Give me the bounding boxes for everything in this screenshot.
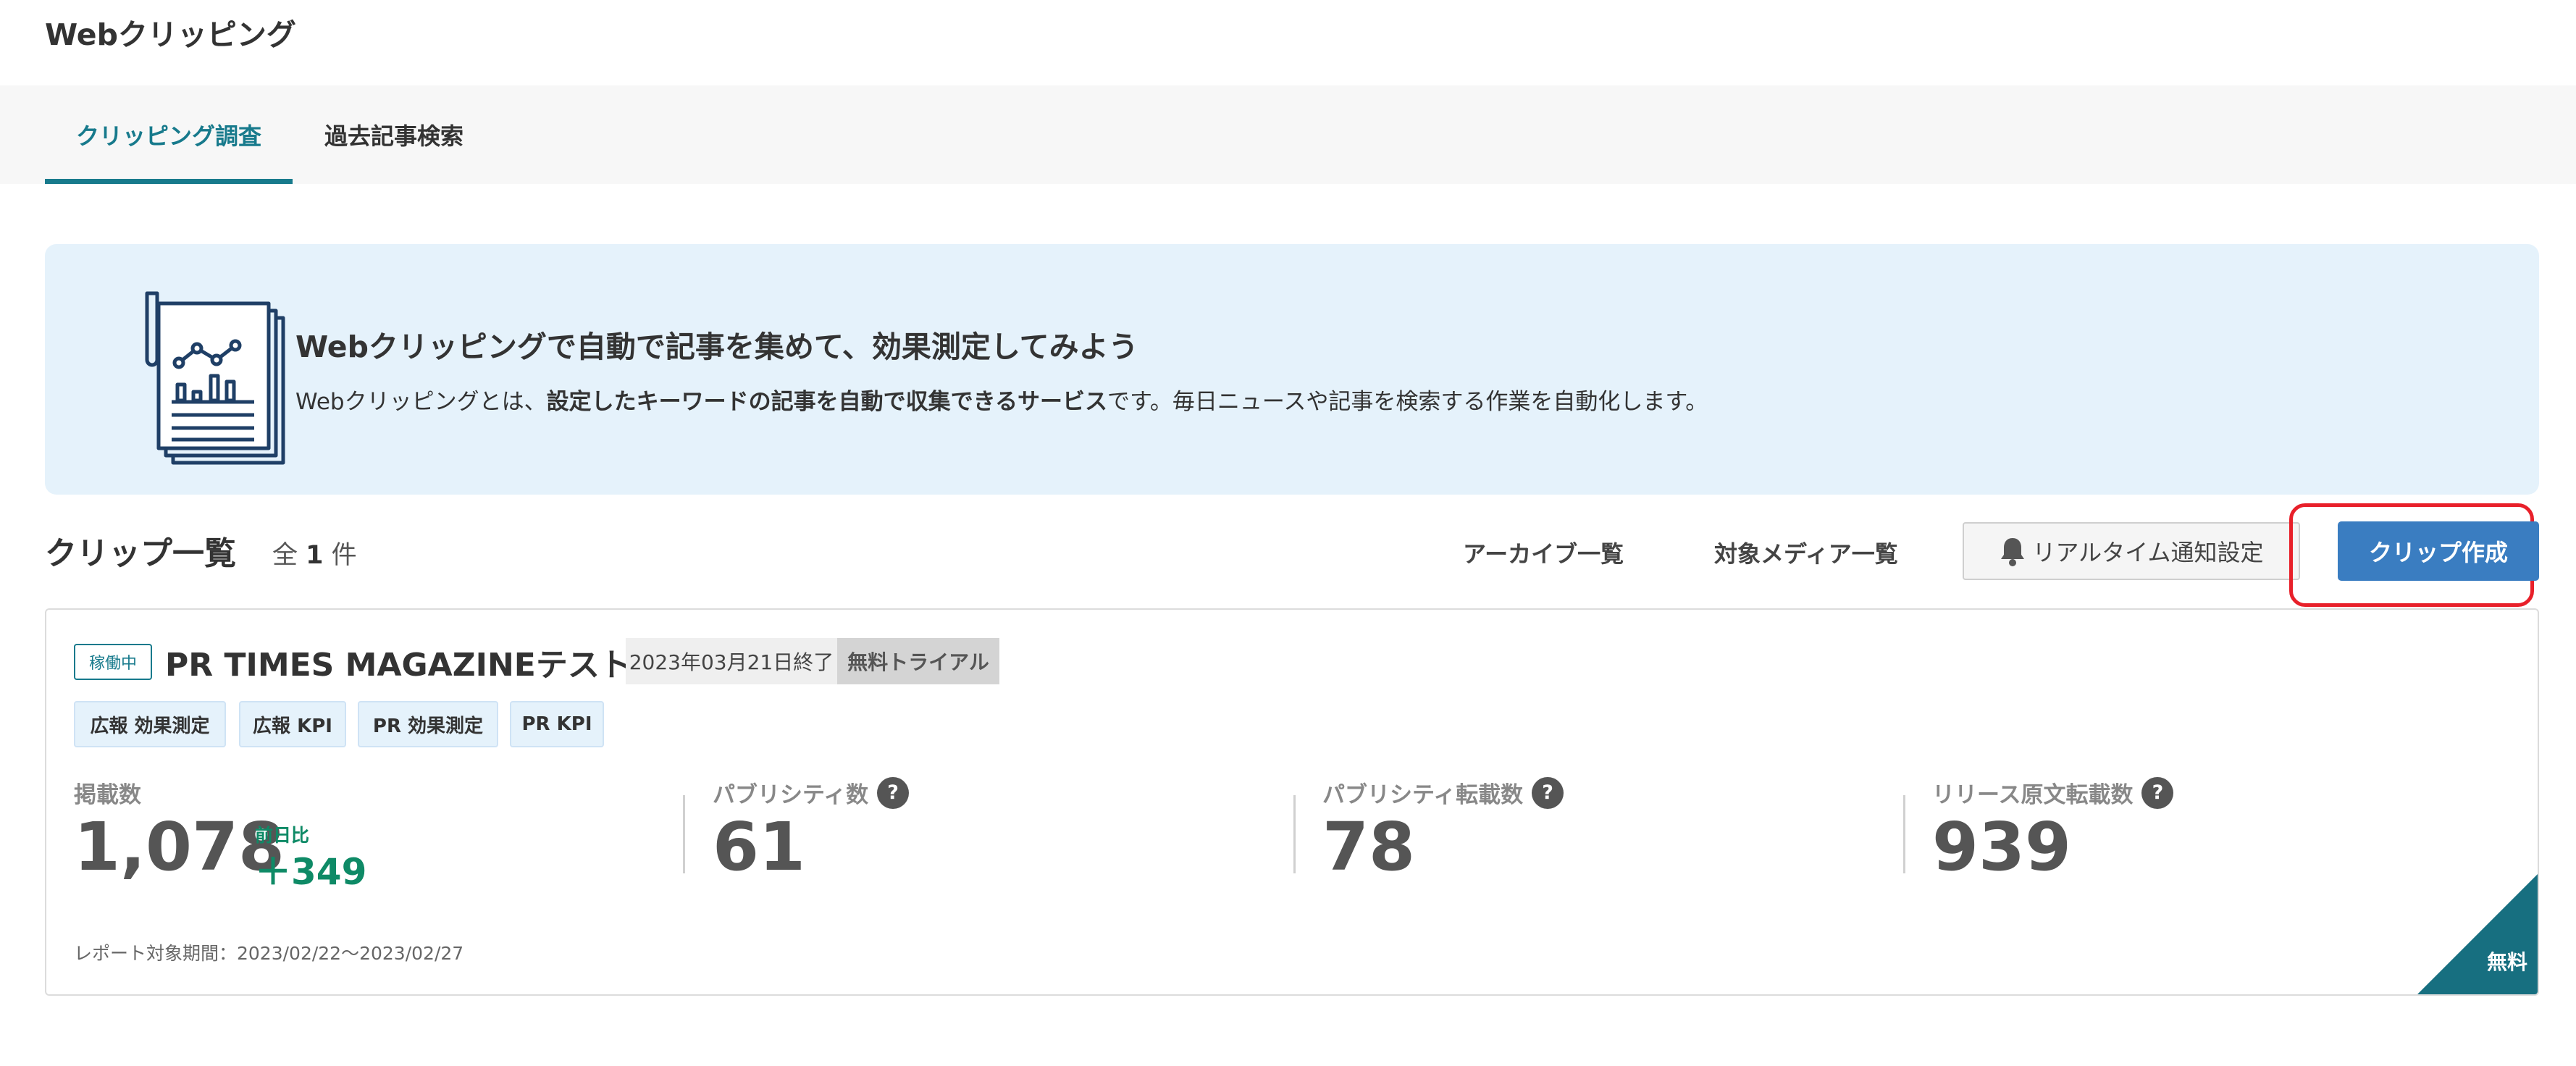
metric-divider — [683, 795, 685, 873]
placements-label: 掲載数 — [74, 782, 141, 808]
metric-divider — [1293, 795, 1296, 873]
intro-banner: Webクリッピングで自動で記事を集めて、効果測定してみよう Webクリッピングと… — [45, 244, 2539, 495]
clip-count-suffix: 件 — [331, 541, 357, 570]
tab-clipping-survey[interactable]: クリッピング調査 — [45, 85, 293, 184]
release-reprint-value: 939 — [1932, 808, 2072, 886]
banner-desc-pre: Webクリッピングとは、 — [295, 389, 547, 415]
realtime-notification-button[interactable]: リアルタイム通知設定 — [1963, 522, 2300, 580]
release-reprint-label: リリース原文転載数? — [1932, 776, 2174, 809]
report-period: レポート対象期間：2023/02/22〜2023/02/27 — [74, 943, 464, 964]
page-title: Webクリッピング — [45, 17, 296, 52]
banner-title: Webクリッピングで自動で記事を集めて、効果測定してみよう — [295, 330, 1138, 364]
status-badge: 稼働中 — [74, 644, 152, 680]
help-icon[interactable]: ? — [1532, 776, 1564, 809]
clip-count: 全 1 件 — [272, 534, 357, 571]
help-icon[interactable]: ? — [2141, 776, 2174, 809]
free-corner-ribbon — [2417, 874, 2538, 994]
clip-name[interactable]: PR TIMES MAGAZINEテスト — [165, 639, 632, 685]
report-chart-document-icon — [145, 291, 285, 465]
keyword-tag: 広報 効果測定 — [74, 701, 226, 747]
keyword-tag: PR KPI — [510, 701, 604, 747]
keyword-tag: PR 効果測定 — [358, 701, 498, 747]
archive-list-link[interactable]: アーカイブ一覧 — [1463, 536, 1624, 569]
day-over-day-value: ＋349 — [255, 851, 367, 893]
clip-count-prefix: 全 — [272, 541, 298, 570]
clip-card[interactable]: 稼働中 PR TIMES MAGAZINEテスト 2023年03月21日終了 無… — [45, 608, 2539, 996]
publicity-reprint-label: パブリシティ転載数? — [1322, 776, 1564, 809]
metric-divider — [1903, 795, 1905, 873]
clip-count-number: 1 — [306, 541, 324, 570]
banner-description: Webクリッピングとは、設定したキーワードの記事を自動で収集できるサービスです。… — [295, 383, 1708, 416]
banner-desc-bold: 設定したキーワードの記事を自動で収集できるサービス — [546, 389, 1107, 415]
realtime-notification-label: リアルタイム通知設定 — [2032, 539, 2264, 566]
bell-icon — [2001, 538, 2025, 566]
banner-desc-post: です。毎日ニュースや記事を検索する作業を自動化します。 — [1107, 389, 1708, 415]
tab-past-article-search[interactable]: 過去記事検索 — [293, 85, 495, 184]
publicity-value: 61 — [713, 808, 806, 886]
plan-badge: 無料トライアル — [837, 638, 999, 684]
publicity-label: パブリシティ数? — [713, 776, 910, 809]
tab-bar: クリッピング調査 過去記事検索 — [0, 85, 2576, 184]
placements-value: 1,078 — [74, 808, 285, 886]
keyword-tag: 広報 KPI — [239, 701, 346, 747]
clip-list-title: クリップ一覧 — [45, 535, 236, 572]
free-corner-label: 無料 — [2486, 950, 2527, 974]
create-clip-button[interactable]: クリップ作成 — [2338, 521, 2539, 581]
target-media-list-link[interactable]: 対象メディア一覧 — [1714, 536, 1898, 569]
help-icon[interactable]: ? — [877, 776, 910, 809]
end-date-badge: 2023年03月21日終了 — [626, 638, 837, 684]
publicity-reprint-value: 78 — [1322, 808, 1416, 886]
